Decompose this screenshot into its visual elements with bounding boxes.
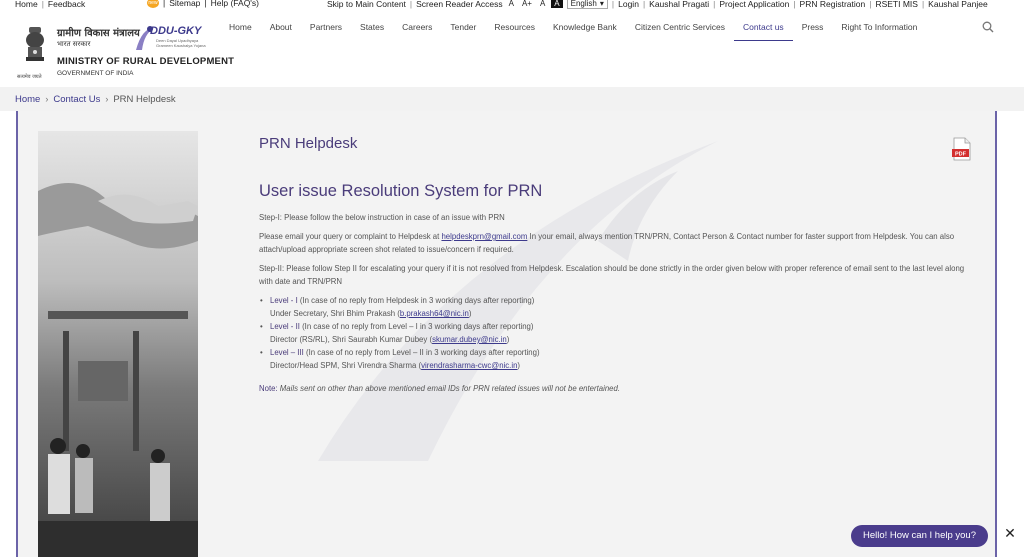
ddu-gky-logo[interactable]: DDU-GKY Deen Dayal Upadhyaya Grameen Kau…	[132, 24, 210, 54]
divider: |	[409, 0, 413, 9]
note-text: Note: Mails sent on other than above men…	[259, 384, 621, 393]
page-title: PRN Helpdesk	[259, 135, 358, 152]
section-title: User issue Resolution System for PRN	[259, 182, 543, 200]
level-one-email-link[interactable]: b.prakash64@nic.in	[400, 309, 469, 318]
language-value: English	[570, 0, 597, 8]
close-icon[interactable]: ✕	[1003, 526, 1017, 540]
level-contact: Director (RS/RL), Shri Saurabh Kumar Dub…	[270, 335, 510, 344]
skip-to-main-link[interactable]: Skip to Main Content	[327, 0, 406, 9]
divider: |	[713, 0, 716, 9]
emblem-caption: सत्यमेव जयते	[17, 74, 42, 80]
nav-item-resources[interactable]: Resources	[485, 15, 544, 41]
pdf-label: PDF	[955, 152, 967, 158]
email-instructions: Please email your query or complaint to …	[259, 232, 955, 254]
level-two-email-link[interactable]: skumar.dubey@nic.in	[432, 335, 507, 344]
nav-item-press[interactable]: Press	[793, 15, 833, 41]
level-contact: Under Secretary, Shri Bhim Prakash (b.pr…	[270, 309, 472, 318]
font-size-normal-button[interactable]: A	[538, 0, 547, 8]
divider: |	[921, 0, 925, 9]
top-link-kaushal-pragati[interactable]: Kaushal Pragati	[649, 0, 709, 9]
top-link-project-application[interactable]: Project Application	[719, 0, 789, 9]
pdf-download-icon[interactable]: PDF	[951, 137, 973, 161]
nav-item-about[interactable]: About	[261, 15, 301, 41]
list-item: Level - II (In case of no reply from Lev…	[259, 320, 979, 346]
nav-item-home[interactable]: Home	[220, 15, 261, 41]
screen-reader-link[interactable]: Screen Reader Access	[416, 0, 502, 9]
high-contrast-button[interactable]: A	[551, 0, 563, 8]
main-nav: Home About Partners States Careers Tende…	[220, 15, 926, 41]
top-mid-links: new | Sitemap | Help (FAQ's)	[147, 0, 259, 8]
top-link-kaushal-panjee[interactable]: Kaushal Panjee	[928, 0, 988, 9]
level-label: Level – III	[270, 348, 304, 357]
ministry-title: MINISTRY OF RURAL DEVELOPMENT	[57, 56, 235, 67]
top-link-help[interactable]: Help (FAQ's)	[211, 0, 259, 8]
nav-item-knowledge-bank[interactable]: Knowledge Bank	[544, 15, 626, 41]
breadcrumb-contact-us[interactable]: Contact Us	[53, 94, 100, 105]
list-item: Level – III (In case of no reply from Le…	[259, 346, 979, 372]
divider: |	[793, 0, 796, 9]
step-two-text: Step-II: Please follow Step II for escal…	[259, 264, 965, 286]
level-three-email-link[interactable]: virendrasharma-cwc@nic.in	[421, 361, 517, 370]
breadcrumb: Home › Contact Us › PRN Helpdesk	[0, 87, 1024, 111]
font-size-increase-button[interactable]: A+	[520, 0, 534, 8]
handshake-workers-image	[38, 131, 198, 557]
divider: |	[204, 0, 207, 8]
chat-help-button[interactable]: Hello! How can I help you?	[851, 525, 988, 547]
ddu-gky-subtitle: Deen Dayal Upadhyaya Grameen Kaushalya Y…	[156, 38, 206, 48]
divider: |	[611, 0, 615, 9]
level-label: Level - II	[270, 322, 300, 331]
divider: |	[869, 0, 872, 9]
government-label: GOVERNMENT OF INDIA	[57, 70, 134, 77]
national-emblem-icon[interactable]	[21, 25, 49, 75]
level-contact: Director/Head SPM, Shri Virendra Sharma …	[270, 361, 521, 370]
top-link-home[interactable]: Home	[15, 0, 38, 9]
step-one-text: Step-I: Please follow the below instruct…	[259, 213, 505, 222]
font-size-decrease-button[interactable]: A	[507, 0, 516, 8]
divider: |	[163, 0, 166, 8]
top-link-sitemap[interactable]: Sitemap	[169, 0, 200, 8]
list-item: Level - I (In case of no reply from Help…	[259, 294, 979, 320]
breadcrumb-current: PRN Helpdesk	[113, 93, 176, 105]
body-text: Step-I: Please follow the below instruct…	[259, 211, 979, 401]
divider: |	[41, 0, 44, 9]
new-badge-icon: new	[147, 0, 159, 8]
nav-item-tender[interactable]: Tender	[441, 15, 485, 41]
nav-item-states[interactable]: States	[351, 15, 393, 41]
helpdesk-email-link[interactable]: helpdeskprn@gmail.com	[441, 232, 527, 241]
main-content-area: PRN Helpdesk PDF User issue Resolution S…	[16, 111, 997, 557]
nav-item-citizen-centric-services[interactable]: Citizen Centric Services	[626, 15, 734, 41]
top-link-rseti-mis[interactable]: RSETI MIS	[875, 0, 918, 9]
chevron-down-icon: ▾	[599, 0, 604, 8]
nav-item-partners[interactable]: Partners	[301, 15, 351, 41]
nav-item-careers[interactable]: Careers	[393, 15, 441, 41]
site-header: सत्यमेव जयते ग्रामीण विकास मंत्रालय भारत…	[0, 11, 1024, 87]
chevron-right-icon: ›	[105, 94, 109, 104]
top-right-links: Skip to Main Content | Screen Reader Acc…	[327, 0, 988, 9]
top-utility-bar: Home | Feedback new | Sitemap | Help (FA…	[0, 0, 1024, 11]
top-link-prn-registration[interactable]: PRN Registration	[800, 0, 866, 9]
language-select[interactable]: English ▾	[566, 0, 608, 9]
nav-item-contact-us[interactable]: Contact us	[734, 15, 793, 41]
top-link-login[interactable]: Login	[618, 0, 639, 9]
level-label: Level - I	[270, 296, 298, 305]
top-left-links: Home | Feedback	[15, 0, 85, 9]
ddu-gky-text: DDU-GKY	[150, 25, 202, 37]
top-link-feedback[interactable]: Feedback	[48, 0, 85, 9]
note-label: Note:	[259, 384, 278, 393]
search-icon[interactable]	[982, 21, 994, 33]
nav-item-right-to-information[interactable]: Right To Information	[832, 15, 926, 41]
breadcrumb-home[interactable]: Home	[15, 94, 40, 105]
chevron-right-icon: ›	[45, 94, 49, 104]
divider: |	[642, 0, 646, 9]
escalation-levels-list: Level - I (In case of no reply from Help…	[259, 294, 979, 372]
